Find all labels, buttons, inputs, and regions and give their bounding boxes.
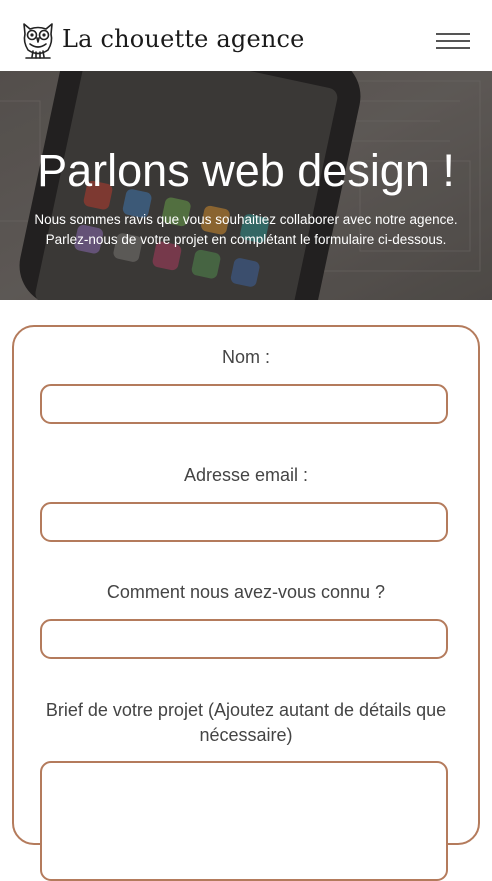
logo[interactable]: La chouette agence [20, 20, 305, 60]
contact-form: Nom : Adresse email : Comment nous avez-… [12, 325, 480, 881]
source-label: Comment nous avez-vous connu ? [106, 582, 386, 602]
hero-subtitle-line: Parlez-nous de votre projet en complétan… [45, 232, 447, 247]
brief-label: Brief de votre projet (Ajoutez autant de… [30, 698, 462, 748]
site-header: La chouette agence [0, 0, 492, 71]
brand-name: La chouette agence [62, 25, 305, 53]
hero-subtitle-line: Nous sommes ravis que vous souhaitiez co… [34, 212, 458, 227]
brief-label-line: Brief de votre projet (Ajoutez autant de… [45, 700, 447, 720]
email-label: Adresse email : [183, 465, 309, 485]
owl-icon [23, 23, 53, 59]
name-label: Nom : [221, 347, 270, 367]
hamburger-menu-icon[interactable] [436, 33, 470, 49]
page-title: Parlons web design ! [37, 145, 455, 196]
source-field[interactable] [40, 619, 448, 659]
email-field[interactable] [40, 502, 448, 542]
hero-subtitle: Nous sommes ravis que vous souhaitiez co… [0, 210, 492, 250]
brief-label-line: nécessaire) [199, 725, 293, 745]
hero-banner: Parlons web design ! Nous sommes ravis q… [0, 71, 492, 300]
brief-textarea[interactable] [40, 761, 448, 881]
name-field[interactable] [40, 384, 448, 424]
